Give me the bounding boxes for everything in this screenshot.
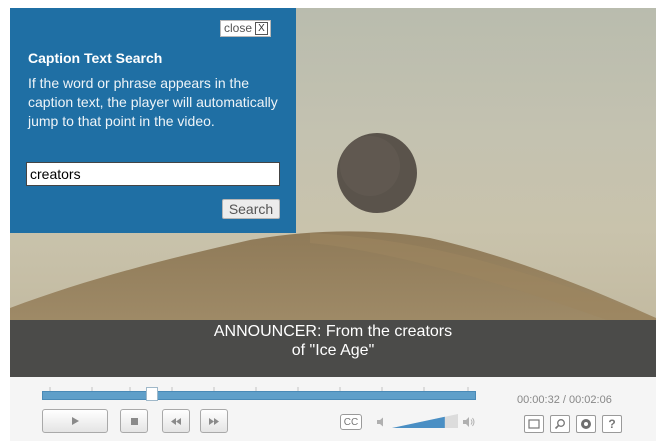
close-label: close — [224, 21, 253, 35]
fullscreen-icon — [528, 419, 540, 429]
control-bar: CC 00:00:32 / 00:02:06 ? — [10, 377, 656, 441]
play-button[interactable] — [42, 409, 108, 433]
time-display: 00:00:32 / 00:02:06 — [517, 394, 612, 406]
caption-search-input[interactable] — [26, 162, 280, 186]
rewind-icon — [171, 417, 181, 425]
volume-low-icon — [377, 417, 383, 427]
volume-high-icon — [463, 417, 475, 427]
search-button[interactable]: Search — [222, 199, 280, 219]
seek-handle[interactable] — [146, 387, 159, 401]
volume-slider[interactable] — [392, 413, 458, 429]
caption-search-panel: close X Caption Text Search If the word … — [10, 8, 296, 233]
video-player: ANNOUNCER: From the creators of "Ice Age… — [10, 8, 656, 441]
closed-captions-button[interactable]: CC — [340, 414, 362, 430]
fast-forward-icon — [209, 417, 219, 425]
panel-description: If the word or phrase appears in the cap… — [28, 75, 278, 129]
settings-icon — [581, 419, 591, 429]
current-time: 00:00:32 — [517, 394, 560, 406]
closed-captions-icon: CC — [343, 416, 359, 428]
caption-text: ANNOUNCER: From the creators of "Ice Age… — [213, 323, 453, 359]
panel-title: Caption Text Search — [28, 50, 163, 66]
close-icon: X — [255, 22, 269, 35]
caption-search-toggle-button[interactable] — [550, 415, 570, 433]
rewind-button[interactable] — [162, 409, 190, 433]
settings-button[interactable] — [576, 415, 596, 433]
play-icon — [72, 417, 79, 425]
fast-forward-button[interactable] — [200, 409, 228, 433]
fullscreen-button[interactable] — [524, 415, 544, 433]
total-time: 00:02:06 — [569, 394, 612, 406]
stop-icon — [130, 417, 138, 425]
help-icon: ? — [608, 417, 616, 431]
time-separator: / — [559, 394, 569, 406]
help-button[interactable]: ? — [602, 415, 622, 433]
seek-bar[interactable] — [42, 391, 476, 400]
stop-button[interactable] — [120, 409, 148, 433]
search-icon — [554, 419, 565, 430]
close-button[interactable]: close X — [220, 20, 272, 37]
